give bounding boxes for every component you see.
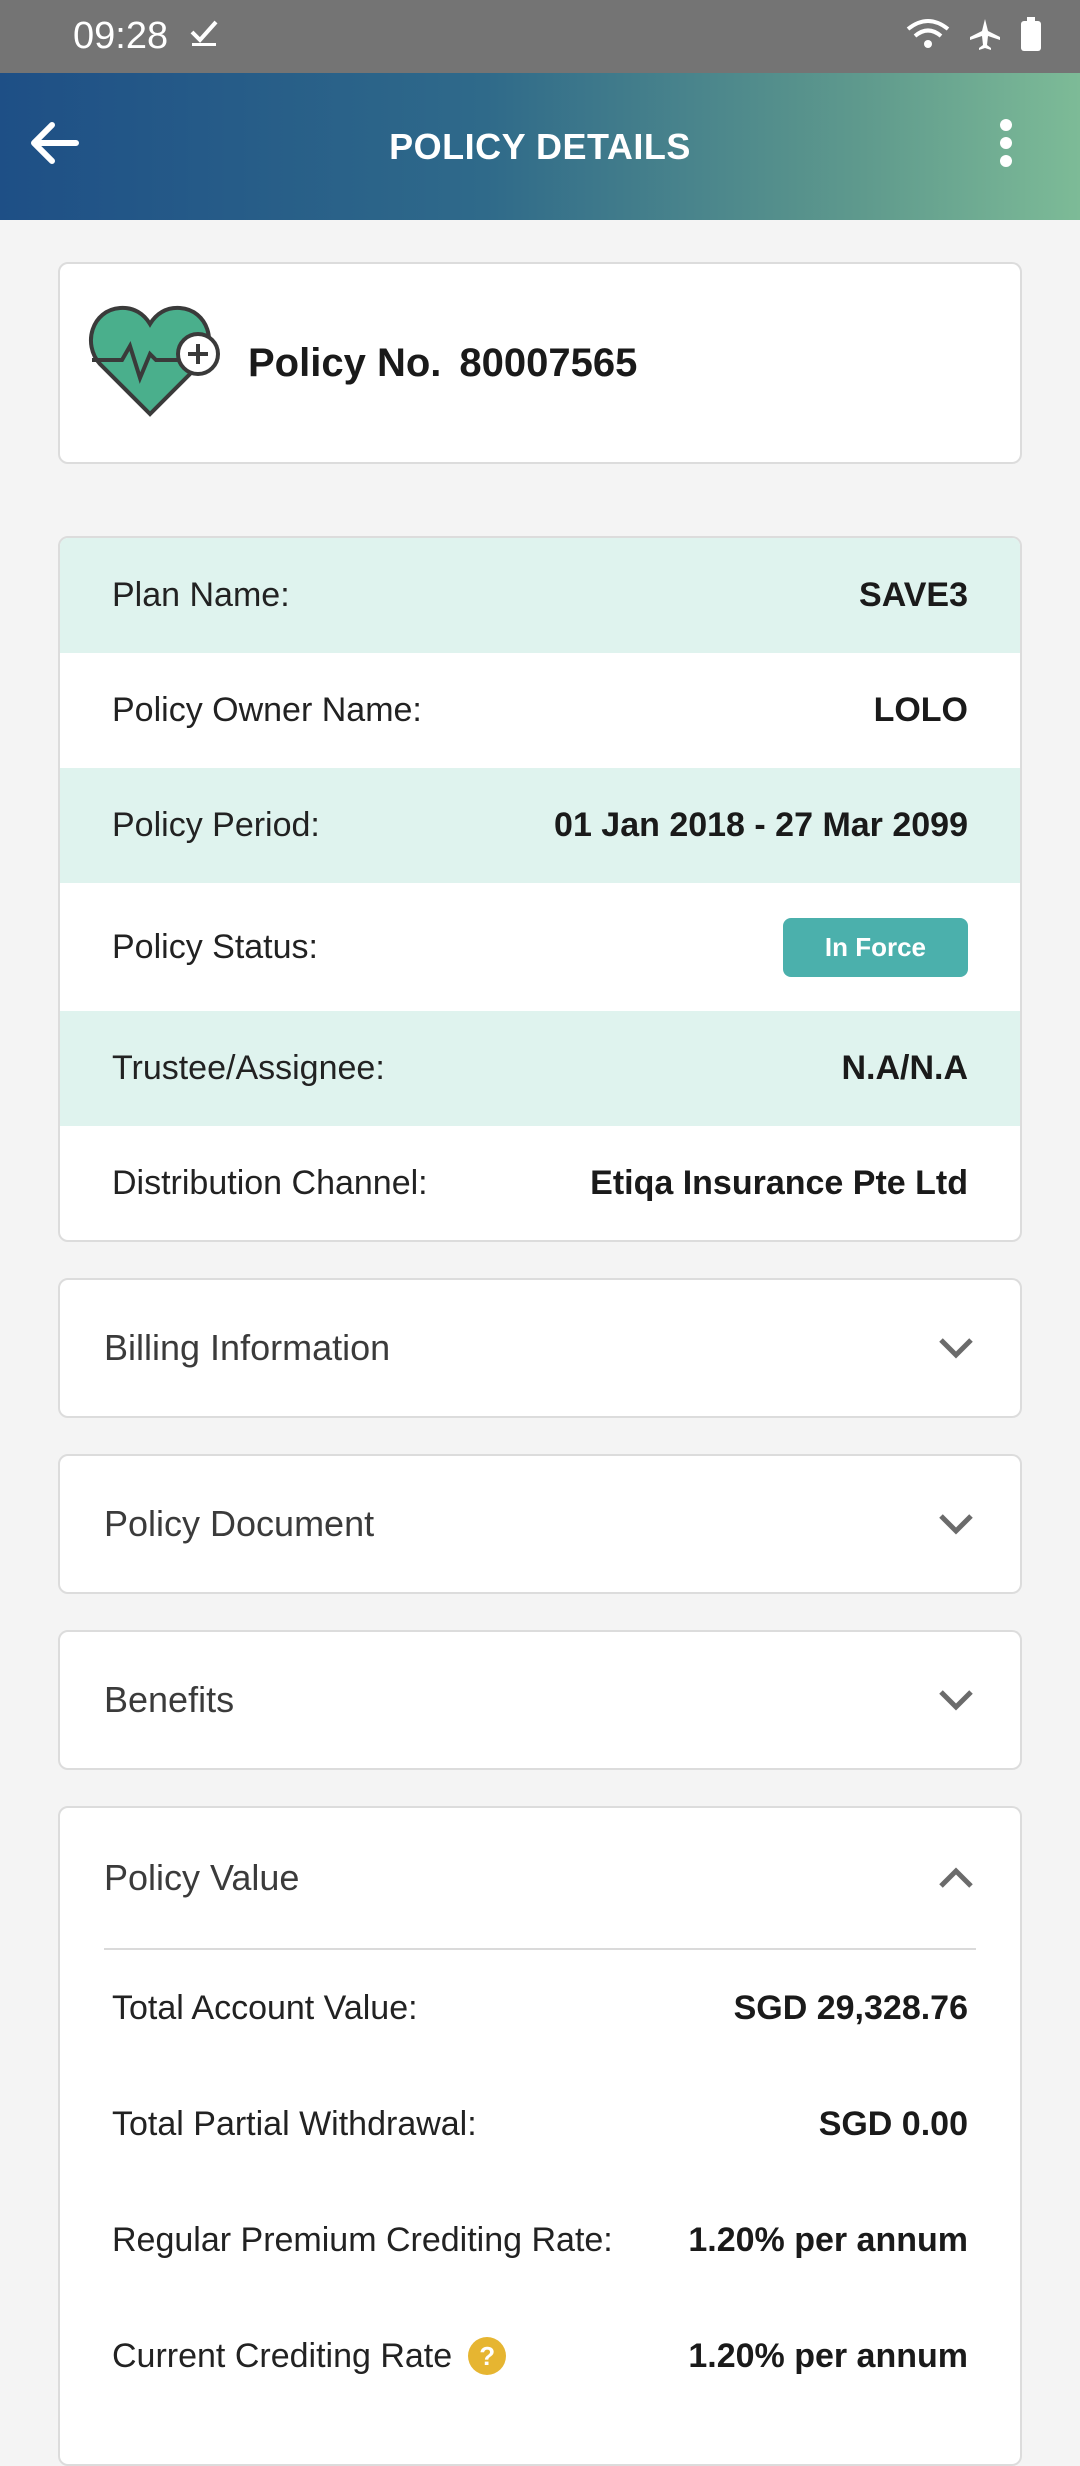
check-icon xyxy=(188,15,220,58)
more-options-button[interactable] xyxy=(982,113,1030,177)
benefits-accordion[interactable]: Benefits xyxy=(58,1630,1022,1770)
detail-value: SAVE3 xyxy=(859,576,968,614)
detail-row-trustee: Trustee/Assignee: N.A/N.A xyxy=(60,1011,1020,1126)
app-bar: POLICY DETAILS xyxy=(0,73,1080,220)
chevron-down-icon xyxy=(936,1328,976,1368)
value-row-partial-withdrawal: Total Partial Withdrawal: SGD 0.00 xyxy=(60,2066,1020,2182)
value-amount: 1.20% per annum xyxy=(688,2336,968,2375)
accordion-title: Policy Document xyxy=(104,1503,375,1544)
detail-label: Distribution Channel: xyxy=(112,1164,428,1202)
policy-number-label: Policy No. xyxy=(248,340,442,385)
detail-row-plan-name: Plan Name: SAVE3 xyxy=(60,538,1020,653)
detail-row-owner-name: Policy Owner Name: LOLO xyxy=(60,653,1020,768)
detail-label: Plan Name: xyxy=(112,576,290,614)
value-label: Total Account Value: xyxy=(112,1988,418,2027)
value-label-with-help: Current Crediting Rate ? xyxy=(112,2336,507,2376)
value-row-total-account: Total Account Value: SGD 29,328.76 xyxy=(60,1950,1020,2066)
policy-number-value: 80007565 xyxy=(459,340,638,385)
heart-health-icon xyxy=(88,302,224,425)
policy-details-card: Plan Name: SAVE3 Policy Owner Name: LOLO… xyxy=(58,536,1022,1242)
status-time: 09:28 xyxy=(73,15,169,57)
accordion-title: Billing Information xyxy=(104,1327,391,1368)
detail-label: Policy Period: xyxy=(112,806,320,844)
policy-number: Policy No. 80007565 xyxy=(248,341,637,386)
value-label: Regular Premium Crediting Rate: xyxy=(112,2220,613,2259)
more-vertical-icon xyxy=(998,118,1014,173)
value-label: Current Crediting Rate xyxy=(112,2336,453,2375)
battery-icon xyxy=(1020,17,1042,56)
status-badge: In Force xyxy=(782,917,968,977)
billing-information-accordion[interactable]: Billing Information xyxy=(58,1278,1022,1418)
status-bar: 09:28 xyxy=(0,0,1080,73)
chevron-down-icon xyxy=(936,1504,976,1544)
value-amount: 1.20% per annum xyxy=(688,2220,968,2259)
chevron-down-icon xyxy=(936,1680,976,1720)
policy-number-card: Policy No. 80007565 xyxy=(58,262,1022,464)
value-row-current-crediting-rate: Current Crediting Rate ? 1.20% per annum xyxy=(60,2298,1020,2414)
detail-value: 01 Jan 2018 - 27 Mar 2099 xyxy=(554,806,968,844)
detail-label: Trustee/Assignee: xyxy=(112,1049,385,1087)
help-icon[interactable]: ? xyxy=(468,2337,507,2375)
wifi-icon xyxy=(906,17,950,56)
detail-row-distribution-channel: Distribution Channel: Etiqa Insurance Pt… xyxy=(60,1126,1020,1240)
value-amount: SGD 0.00 xyxy=(818,2104,968,2143)
detail-value: N.A/N.A xyxy=(841,1049,968,1087)
page-title: POLICY DETAILS xyxy=(389,125,691,167)
detail-label: Policy Status: xyxy=(112,927,318,966)
detail-row-policy-period: Policy Period: 01 Jan 2018 - 27 Mar 2099 xyxy=(60,768,1020,883)
detail-row-policy-status: Policy Status: In Force xyxy=(60,883,1020,1011)
accordion-title: Policy Value xyxy=(104,1857,300,1898)
status-right xyxy=(906,17,1042,56)
back-button[interactable] xyxy=(22,113,86,177)
status-left: 09:28 xyxy=(73,15,220,58)
policy-value-section: Policy Value Total Account Value: SGD 29… xyxy=(58,1806,1022,2466)
value-label: Total Partial Withdrawal: xyxy=(112,2104,477,2143)
chevron-up-icon xyxy=(936,1858,976,1898)
detail-label: Policy Owner Name: xyxy=(112,691,422,729)
detail-value: Etiqa Insurance Pte Ltd xyxy=(590,1164,968,1202)
value-amount: SGD 29,328.76 xyxy=(733,1988,968,2027)
policy-document-accordion[interactable]: Policy Document xyxy=(58,1454,1022,1594)
accordion-title: Benefits xyxy=(104,1679,235,1720)
detail-value: LOLO xyxy=(873,691,968,729)
arrow-left-icon xyxy=(26,115,82,176)
airplane-icon xyxy=(968,17,1002,56)
policy-value-header[interactable]: Policy Value xyxy=(60,1808,1020,1948)
value-row-regular-premium-rate: Regular Premium Crediting Rate: 1.20% pe… xyxy=(60,2182,1020,2298)
